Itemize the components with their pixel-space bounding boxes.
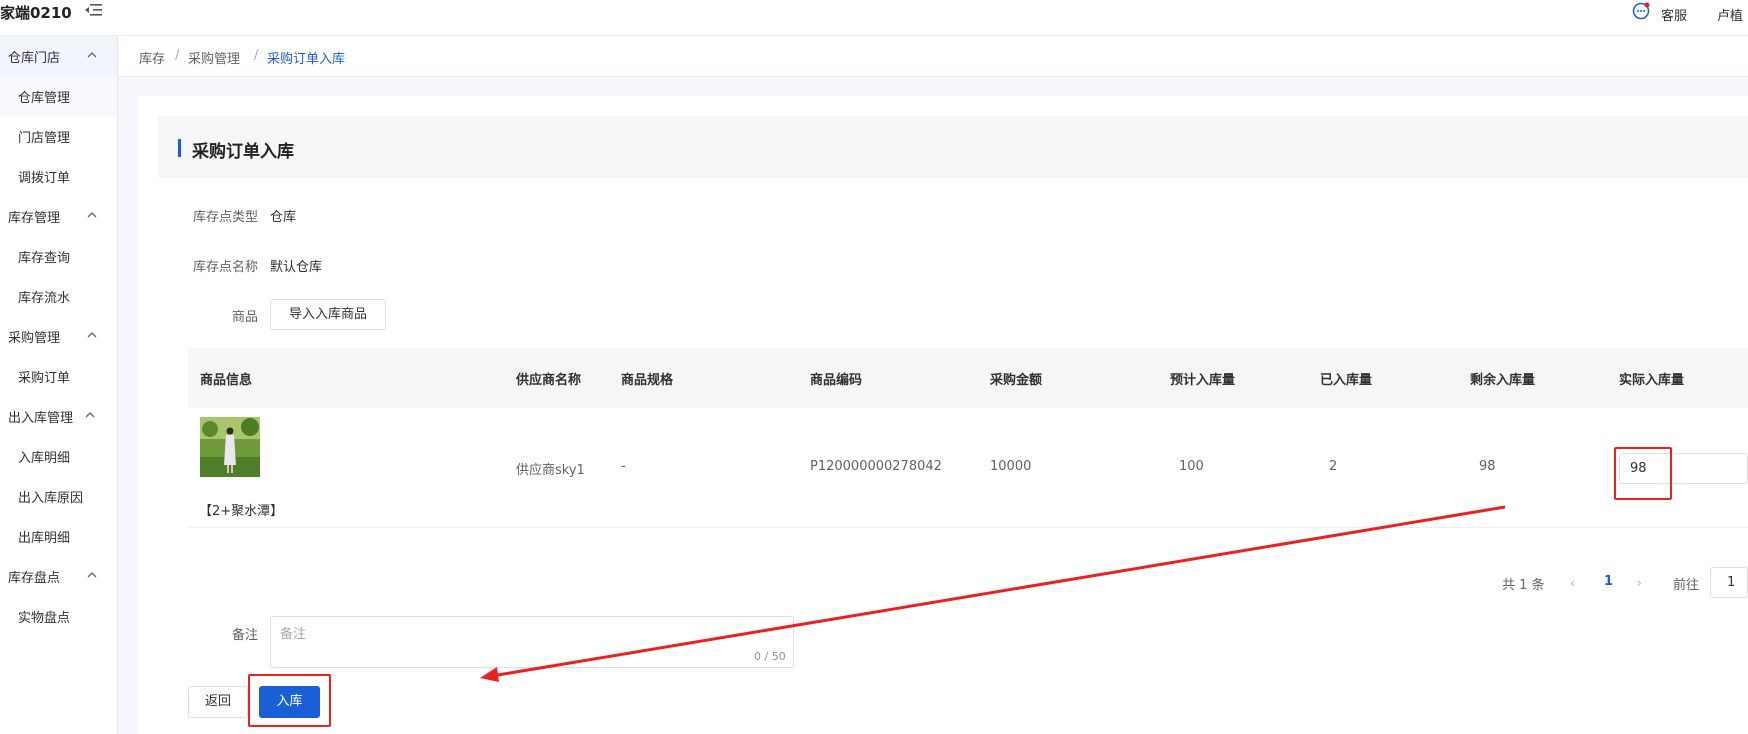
sidebar-item-label: 入库明细	[18, 451, 71, 466]
cell-spec: -	[621, 459, 626, 474]
sidebar-item-label: 仓库管理	[18, 91, 71, 106]
remark-textarea[interactable]	[270, 616, 794, 668]
stock-point-name-value: 默认仓库	[270, 260, 323, 275]
breadcrumb-separator: /	[175, 48, 180, 63]
cell-amount: 10000	[990, 459, 1032, 474]
sidebar-group-label: 库存盘点	[8, 571, 61, 586]
sidebar-item-inventory-flow[interactable]: 库存流水	[0, 276, 117, 316]
sidebar-item-store-management[interactable]: 门店管理	[0, 116, 117, 156]
sidebar-group-inventory-management[interactable]: 库存管理	[0, 196, 117, 236]
stock-point-type-label: 库存点类型	[192, 210, 258, 225]
sidebar-group-stock-in-out[interactable]: 出入库管理	[0, 396, 117, 436]
cell-supplier: 供应商sky1	[516, 463, 585, 478]
sidebar-item-warehouse-management[interactable]: 仓库管理	[0, 76, 117, 116]
goods-label: 商品	[231, 310, 258, 325]
sidebar-group-purchase-management[interactable]: 采购管理	[0, 316, 117, 356]
product-name: 【2+聚水潭】	[199, 504, 284, 519]
column-header: 剩余入库量	[1470, 373, 1536, 388]
cell-code: P120000000278042	[810, 459, 942, 474]
remark-placeholder: 备注	[280, 627, 307, 642]
sidebar-item-transfer-orders[interactable]: 调拨订单	[0, 156, 117, 196]
customer-service-link[interactable]: 客服	[1661, 5, 1687, 24]
column-header: 商品信息	[200, 373, 253, 388]
column-header: 商品编码	[810, 373, 863, 388]
sidebar-group-label: 仓库门店	[8, 51, 61, 66]
sidebar-group-warehouse-store[interactable]: 仓库门店	[0, 36, 117, 76]
row-divider	[188, 527, 1748, 528]
column-header: 商品规格	[621, 373, 674, 388]
sidebar-group-label: 库存管理	[8, 211, 61, 226]
sidebar-item-stock-reasons[interactable]: 出入库原因	[0, 476, 117, 516]
pagination-goto-label: 前往	[1673, 578, 1700, 593]
remark-label: 备注	[231, 628, 258, 643]
chevron-left-icon[interactable]: ‹	[1570, 576, 1575, 590]
chevron-up-icon	[87, 572, 97, 578]
top-bar: 家端0210 客服 卢植	[0, 0, 1748, 36]
sidebar-group-label: 采购管理	[8, 331, 61, 346]
sidebar-item-stock-in-detail[interactable]: 入库明细	[0, 436, 117, 476]
sidebar-group-label: 出入库管理	[8, 411, 74, 426]
breadcrumb-item[interactable]: 采购管理	[188, 48, 240, 67]
sidebar-item-label: 实物盘点	[18, 611, 71, 626]
sidebar-group-stocktake[interactable]: 库存盘点	[0, 556, 117, 596]
column-header: 实际入库量	[1619, 373, 1685, 388]
sidebar-item-label: 采购订单	[18, 371, 71, 386]
cell-remaining-qty: 98	[1479, 459, 1496, 474]
sidebar-item-label: 出入库原因	[18, 491, 84, 506]
page-title: 采购订单入库	[192, 142, 294, 162]
pagination-goto-input[interactable]: 1	[1710, 567, 1748, 598]
column-header: 采购金额	[990, 373, 1043, 388]
annotation-highlight-box	[1614, 447, 1672, 500]
import-goods-button[interactable]: 导入入库商品	[270, 299, 386, 330]
chevron-right-icon[interactable]: ›	[1637, 576, 1642, 590]
annotation-highlight-box	[248, 674, 331, 727]
section-accent-bar	[178, 139, 181, 157]
pagination-total: 共 1 条	[1502, 578, 1545, 593]
product-thumbnail[interactable]	[200, 417, 260, 477]
user-name[interactable]: 卢植	[1717, 5, 1743, 24]
chevron-up-icon	[87, 52, 97, 58]
app-title: 家端0210	[0, 4, 72, 22]
column-header: 供应商名称	[516, 373, 582, 388]
chevron-up-icon	[87, 212, 97, 218]
sidebar: 仓库门店 仓库管理 门店管理 调拨订单 库存管理 库存查询 库存流水 采购管理 …	[0, 36, 118, 734]
cell-received-qty: 2	[1329, 459, 1338, 474]
back-button[interactable]: 返回	[188, 686, 248, 718]
breadcrumb-item[interactable]: 库存	[139, 48, 165, 67]
breadcrumb: 库存 / 采购管理 / 采购订单入库	[118, 36, 1748, 77]
stock-point-type-value: 仓库	[270, 210, 297, 225]
sidebar-item-label: 库存流水	[18, 291, 71, 306]
sidebar-item-label: 库存查询	[18, 251, 71, 266]
sidebar-item-stock-out-detail[interactable]: 出库明细	[0, 516, 117, 556]
breadcrumb-current: 采购订单入库	[267, 52, 346, 67]
stock-point-name-label: 库存点名称	[192, 260, 258, 275]
customer-service-icon[interactable]	[1632, 2, 1650, 20]
sidebar-item-label: 门店管理	[18, 131, 71, 146]
pagination-page-current[interactable]: 1	[1604, 574, 1613, 589]
sidebar-item-physical-count[interactable]: 实物盘点	[0, 596, 117, 636]
sidebar-item-label: 调拨订单	[18, 171, 71, 186]
sidebar-item-purchase-orders[interactable]: 采购订单	[0, 356, 117, 396]
sidebar-item-label: 出库明细	[18, 531, 71, 546]
cell-expected-qty: 100	[1179, 459, 1204, 474]
menu-collapse-icon[interactable]	[84, 2, 102, 18]
section-header	[158, 116, 1748, 178]
remark-char-counter: 0 / 50	[754, 650, 786, 663]
sidebar-item-inventory-query[interactable]: 库存查询	[0, 236, 117, 276]
column-header: 预计入库量	[1170, 373, 1236, 388]
column-header: 已入库量	[1320, 373, 1373, 388]
breadcrumb-separator: /	[254, 48, 259, 63]
chevron-up-icon	[85, 412, 95, 418]
chevron-up-icon	[87, 332, 97, 338]
